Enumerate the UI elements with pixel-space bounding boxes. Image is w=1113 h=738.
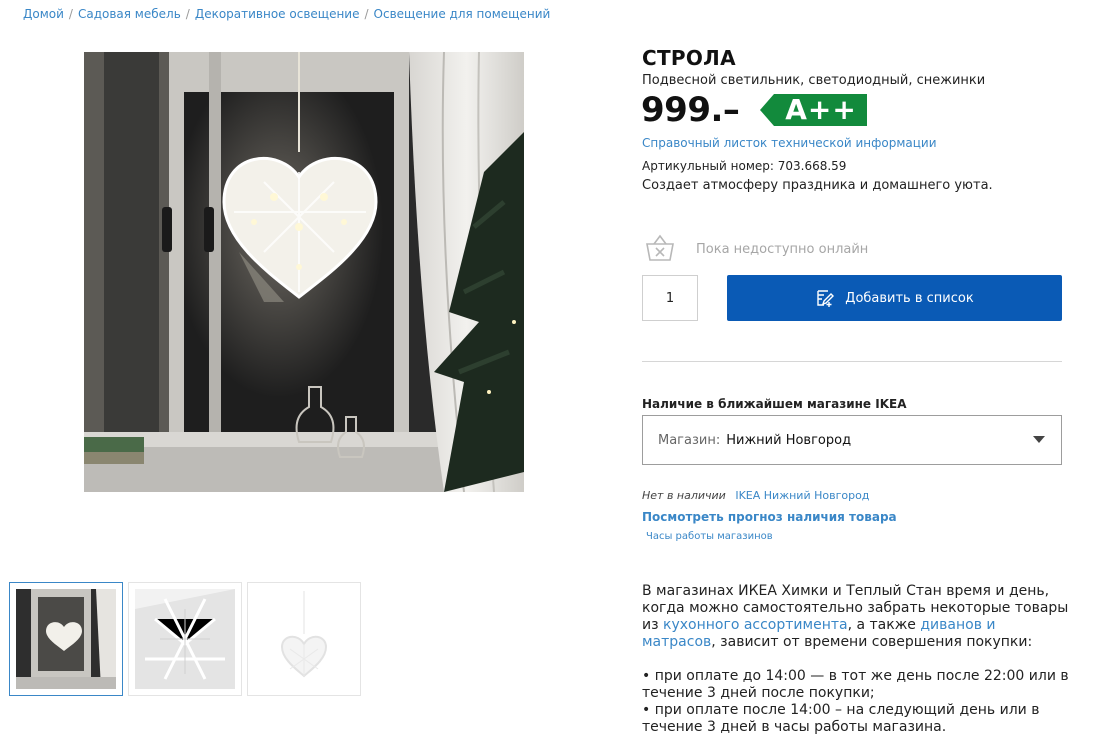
- pickup-bullet-2: • при оплате после 14:00 – на следующий …: [642, 702, 1040, 735]
- store-select[interactable]: Магазин: Нижний Новгород: [642, 415, 1062, 465]
- stock-status: Нет в наличии: [642, 489, 726, 502]
- energy-class-badge[interactable]: A++: [760, 94, 867, 126]
- product-main-image[interactable]: [84, 52, 524, 492]
- product-description: Подвесной светильник, светодиодный, снеж…: [642, 73, 986, 88]
- kitchen-assortment-link[interactable]: кухонного ассортимента: [663, 617, 848, 633]
- pickup-text-3: , зависит от времени совершения покупки:: [711, 634, 1033, 650]
- article-number: Артикульный номер: 703.668.59: [642, 159, 847, 173]
- breadcrumb-separator: /: [185, 7, 190, 21]
- store-hours-link[interactable]: Часы работы магазинов: [646, 531, 773, 542]
- stock-forecast-link[interactable]: Посмотреть прогноз наличия товара: [642, 510, 897, 524]
- breadcrumb-separator: /: [364, 7, 369, 21]
- pickup-text-2: , а также: [847, 617, 921, 633]
- breadcrumb: Домой / Садовая мебель / Декоративное освеще…: [23, 7, 550, 21]
- thumb-window-photo: [16, 589, 116, 689]
- add-to-list-label: Добавить в список: [845, 290, 974, 306]
- availability-title: Наличие в ближайшем магазине IKEA: [642, 397, 907, 411]
- breadcrumb-indoor-lighting[interactable]: Освещение для помещений: [374, 7, 551, 21]
- thumb-closeup: [135, 589, 235, 689]
- edit-list-icon: [817, 290, 835, 307]
- store-link[interactable]: IKEA Нижний Новгород: [735, 489, 869, 502]
- basket-icon: [646, 234, 674, 261]
- chevron-down-icon: [1033, 436, 1045, 443]
- breadcrumb-home[interactable]: Домой: [23, 7, 64, 21]
- product-price: 999.–: [641, 90, 740, 130]
- thumbnail-1[interactable]: [9, 582, 123, 696]
- breadcrumb-decorative-lighting[interactable]: Декоративное освещение: [195, 7, 360, 21]
- energy-class-label: A++: [785, 93, 857, 126]
- pickup-bullet-1: • при оплате до 14:00 — в тот же день по…: [642, 668, 1069, 701]
- pickup-info-paragraph: В магазинах ИКЕА Химки и Теплый Стан вре…: [642, 583, 1072, 651]
- online-availability-status: Пока недоступно онлайн: [696, 242, 869, 257]
- breadcrumb-garden-furniture[interactable]: Садовая мебель: [78, 7, 181, 21]
- thumbnail-2[interactable]: [128, 582, 242, 696]
- product-tagline: Создает атмосферу праздника и домашнего …: [642, 178, 993, 193]
- breadcrumb-separator: /: [68, 7, 73, 21]
- product-photo-window: [84, 52, 524, 492]
- thumb-product-white: [254, 589, 354, 689]
- tech-sheet-link[interactable]: Справочный листок технической информации: [642, 136, 937, 150]
- store-select-value: Нижний Новгород: [726, 432, 852, 448]
- stock-status-line: Нет в наличии IKEA Нижний Новгород: [642, 489, 869, 502]
- product-title: СТРОЛА: [642, 46, 736, 70]
- pickup-info: В магазинах ИКЕА Химки и Теплый Стан вре…: [642, 583, 1072, 736]
- thumbnail-3[interactable]: [247, 582, 361, 696]
- add-to-list-button[interactable]: Добавить в список: [727, 275, 1062, 321]
- quantity-input[interactable]: [642, 275, 698, 321]
- section-divider: [642, 361, 1062, 362]
- store-select-label: Магазин:: [658, 432, 721, 448]
